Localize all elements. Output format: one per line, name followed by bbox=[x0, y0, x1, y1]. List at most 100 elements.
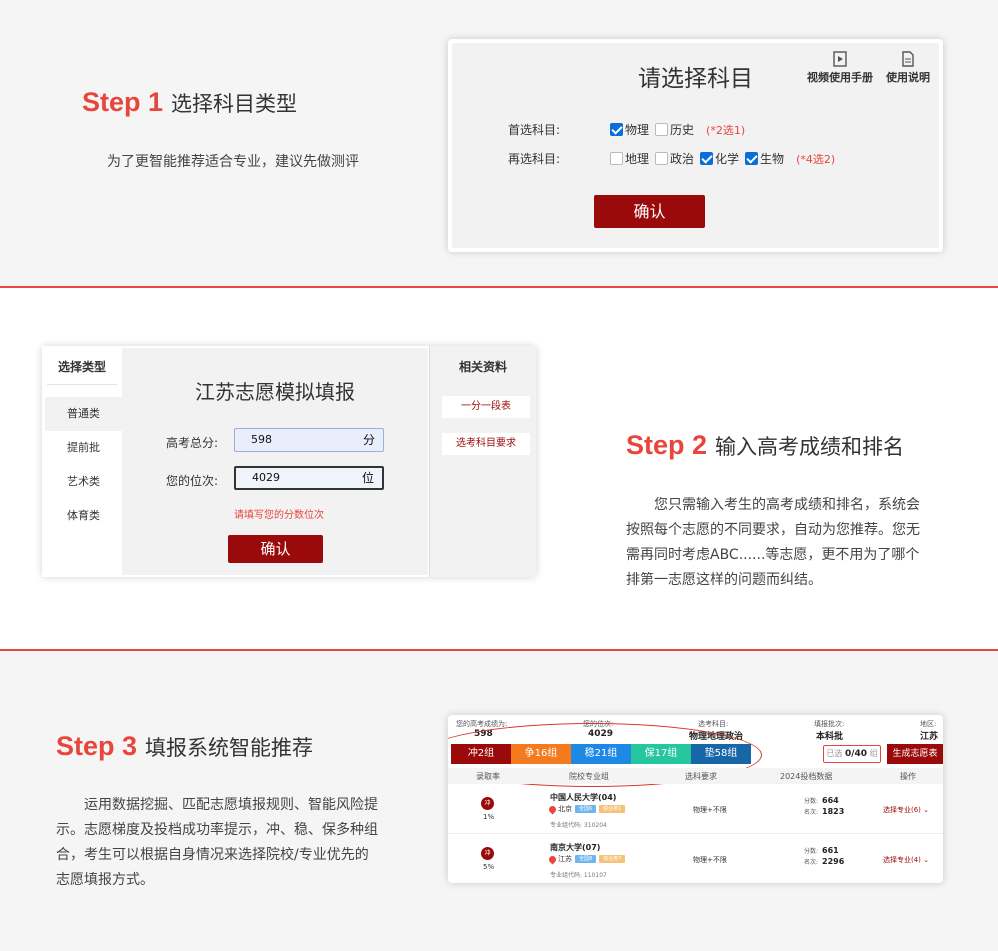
checkbox-checked-icon bbox=[610, 123, 623, 136]
rank-unit: 位 bbox=[361, 471, 374, 485]
col-header-data: 2024投档数据 bbox=[780, 772, 833, 781]
subject-select-card: 请选择科目 视频使用手册 使用说明 首选科目: 物理 历史 (*2选1) 再选科… bbox=[448, 39, 943, 252]
checkbox-empty-icon bbox=[655, 123, 669, 136]
counter-prefix: 已选 bbox=[826, 749, 843, 758]
counter-value: 0/40 bbox=[844, 749, 868, 759]
university-location: 江苏 全国8 综合类7 bbox=[547, 854, 626, 864]
score-unit: 分 bbox=[362, 433, 375, 447]
option-label: 化学 bbox=[715, 152, 740, 166]
sidebar-item-art[interactable]: 艺术类 bbox=[45, 465, 122, 499]
group-code: 专业组代码: 310204 bbox=[550, 822, 607, 829]
col-header-action: 操作 bbox=[900, 772, 916, 781]
select-major-button[interactable]: 选择专业(6) ⌄ bbox=[883, 805, 929, 815]
university-location: 北京 全国6 综合类1 bbox=[547, 804, 626, 814]
subject-confirm-button[interactable]: 确认 bbox=[594, 195, 705, 228]
type-tag: 综合类1 bbox=[599, 805, 626, 813]
generate-table-button[interactable]: 生成志愿表 bbox=[887, 744, 943, 764]
step2-number: Step 2 bbox=[626, 430, 708, 460]
checkbox-empty-icon bbox=[610, 152, 623, 165]
top-label-batch: 填报批次: bbox=[814, 720, 845, 728]
checkbox-history[interactable]: 历史 bbox=[655, 121, 694, 138]
selected-counter: 已选 0/40 组 bbox=[823, 745, 881, 763]
rank-data: 名次: 1823 bbox=[804, 807, 844, 816]
score-label: 高考总分: bbox=[166, 436, 219, 450]
step1-title: 选择科目类型 bbox=[171, 92, 298, 116]
step1-section: Step 1 选择科目类型 为了更智能推荐适合专业，建议先做测评 请选择科目 视频… bbox=[0, 0, 998, 288]
type-sidebar: 选择类型 普通类 提前批 艺术类 体育类 bbox=[42, 346, 122, 577]
step2-heading: Step 2 输入高考成绩和排名 bbox=[626, 430, 904, 461]
rank-data-label: 名次: bbox=[804, 859, 819, 866]
reach-badge: 冲 bbox=[481, 797, 494, 810]
secondary-subject-label: 再选科目: bbox=[508, 152, 561, 166]
reach-badge: 冲 bbox=[481, 847, 494, 860]
resources-panel: 相关资料 一分一段表 选考科目要求 bbox=[429, 346, 536, 577]
resources-title: 相关资料 bbox=[458, 360, 507, 374]
chevron-down-icon: ⌄ bbox=[923, 806, 930, 814]
col-header-requirement: 选科要求 bbox=[685, 772, 717, 781]
rank-data-label: 名次: bbox=[804, 809, 819, 816]
score-form-title: 江苏志愿模拟填报 bbox=[195, 380, 355, 404]
secondary-subject-row: 再选科目: 地理 政治 化学 生物 (*4选2) bbox=[508, 150, 835, 167]
rank-tag: 全国6 bbox=[575, 805, 597, 813]
rank-data-value: 2296 bbox=[822, 857, 845, 866]
step3-number: Step 3 bbox=[56, 731, 138, 761]
score-form: 江苏志愿模拟填报 高考总分: 598 分 您的位次: 4029 位 请填写您的分… bbox=[122, 348, 428, 575]
sidebar-divider bbox=[47, 384, 117, 385]
type-tag: 综合类7 bbox=[599, 855, 626, 863]
step3-description: 运用数据挖掘、匹配志愿填报规则、智能风险提示。志愿梯度及投档成功率提示，冲、稳、… bbox=[56, 797, 378, 888]
option-label: 生物 bbox=[760, 152, 785, 166]
primary-subject-label: 首选科目: bbox=[508, 123, 561, 137]
primary-subject-row: 首选科目: 物理 历史 (*2选1) bbox=[508, 121, 745, 138]
chevron-down-icon: ⌄ bbox=[923, 856, 930, 864]
score-input[interactable]: 598 分 bbox=[234, 428, 384, 452]
option-label: 政治 bbox=[670, 152, 695, 166]
score-table-link[interactable]: 一分一段表 bbox=[442, 396, 530, 418]
checkbox-politics[interactable]: 政治 bbox=[655, 150, 694, 167]
subject-requirement-link[interactable]: 选考科目要求 bbox=[442, 433, 530, 455]
video-manual-button[interactable]: 视频使用手册 bbox=[807, 51, 873, 85]
city-label: 江苏 bbox=[558, 855, 572, 863]
option-label: 地理 bbox=[625, 152, 650, 166]
option-label: 历史 bbox=[670, 123, 695, 137]
checkbox-geography[interactable]: 地理 bbox=[610, 150, 649, 167]
select-major-label: 选择专业(4) bbox=[883, 856, 921, 864]
rank-input[interactable]: 4029 位 bbox=[234, 466, 384, 490]
step2-description: 您只需输入考生的高考成绩和排名，系统会按照每个志愿的不同要求，自动为您推荐。您无… bbox=[626, 497, 920, 588]
checkbox-biology[interactable]: 生物 bbox=[745, 150, 784, 167]
video-icon bbox=[833, 51, 847, 67]
top-value-region: 江苏 bbox=[920, 732, 939, 742]
sidebar-item-sports[interactable]: 体育类 bbox=[45, 499, 122, 533]
location-pin-icon bbox=[547, 854, 558, 864]
checkbox-chemistry[interactable]: 化学 bbox=[700, 150, 739, 167]
top-label-region: 地区: bbox=[920, 720, 937, 728]
subject-requirement: 物理+不限 bbox=[693, 856, 727, 864]
score-data-value: 661 bbox=[822, 846, 839, 855]
recommendation-card: 您的高考成绩为: 您的位次: 选考科目: 填报批次: 地区: 598 4029 … bbox=[448, 715, 943, 883]
primary-hint: (*2选1) bbox=[706, 123, 746, 137]
score-data: 分数: 661 bbox=[804, 846, 839, 855]
checkbox-physics[interactable]: 物理 bbox=[610, 121, 649, 138]
usage-guide-label: 使用说明 bbox=[886, 71, 930, 84]
top-value-batch: 本科批 bbox=[816, 732, 844, 742]
admission-rate: 1% bbox=[483, 813, 495, 821]
score-confirm-button[interactable]: 确认 bbox=[228, 535, 323, 563]
rank-warning: 请填写您的分数位次 bbox=[234, 510, 324, 521]
score-data: 分数: 664 bbox=[804, 796, 839, 805]
select-major-button[interactable]: 选择专业(4) ⌄ bbox=[883, 855, 929, 865]
checkbox-checked-icon bbox=[745, 152, 759, 165]
counter-suffix: 组 bbox=[869, 749, 878, 758]
col-header-group: 院校专业组 bbox=[569, 772, 609, 781]
video-manual-label: 视频使用手册 bbox=[807, 71, 873, 84]
document-icon bbox=[902, 51, 914, 67]
subject-requirement: 物理+不限 bbox=[693, 806, 727, 814]
step3-title: 填报系统智能推荐 bbox=[145, 736, 314, 760]
select-major-label: 选择专业(6) bbox=[883, 806, 921, 814]
sidebar-item-early[interactable]: 提前批 bbox=[45, 431, 122, 465]
usage-guide-button[interactable]: 使用说明 bbox=[886, 51, 930, 85]
university-name: 中国人民大学(04) bbox=[550, 793, 617, 802]
rank-data: 名次: 2296 bbox=[804, 857, 844, 866]
rank-data-value: 1823 bbox=[822, 807, 845, 816]
col-header-rate: 录取率 bbox=[476, 772, 500, 781]
step1-heading: Step 1 选择科目类型 bbox=[82, 87, 297, 118]
sidebar-item-regular[interactable]: 普通类 bbox=[45, 397, 122, 431]
